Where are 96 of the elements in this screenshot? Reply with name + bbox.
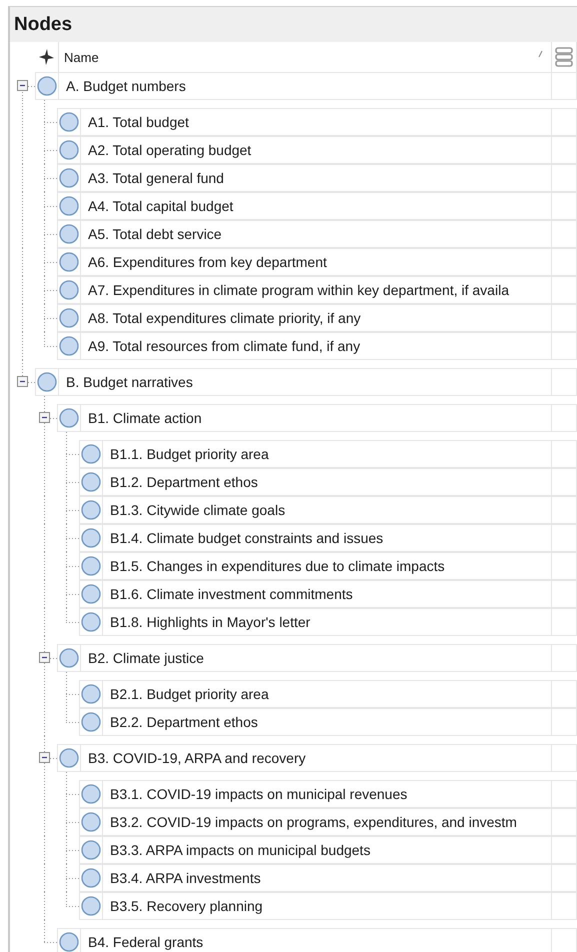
node-circle-icon	[59, 308, 79, 328]
node-name: B1.5. Changes in expenditures due to climate impacts	[110, 558, 445, 574]
collapse-toggle-icon[interactable]	[17, 80, 28, 91]
node-circle-icon	[81, 584, 101, 604]
node-circle-icon	[59, 252, 79, 272]
node-circle-icon	[81, 556, 101, 576]
node-name: B1. Climate action	[88, 410, 202, 426]
node-row[interactable]: B3. COVID-19, ARPA and recovery	[57, 744, 577, 772]
node-circle-icon	[81, 812, 101, 832]
node-name: A8. Total expenditures climate priority, if any	[88, 310, 361, 326]
node-name: A4. Total capital budget	[88, 198, 234, 214]
node-circle-icon	[81, 712, 101, 732]
node-row[interactable]: A5. Total debt service	[57, 220, 577, 248]
node-name: B1.2. Department ethos	[110, 474, 258, 490]
node-name: A7. Expenditures in climate program within key department, if availa	[88, 282, 509, 298]
node-name: B3.2. COVID-19 impacts on programs, expenditures, and investm	[110, 814, 517, 830]
node-row[interactable]: B3.5. Recovery planning	[79, 892, 577, 920]
node-name: B3.4. ARPA investments	[110, 870, 261, 886]
node-name: B1.3. Citywide climate goals	[110, 502, 286, 518]
node-row[interactable]: A6. Expenditures from key department	[57, 248, 577, 276]
node-name: A3. Total general fund	[88, 170, 224, 186]
node-row[interactable]: B1.5. Changes in expenditures due to climate impacts	[79, 552, 577, 580]
node-row[interactable]: B2.2. Department ethos	[79, 708, 577, 736]
node-row[interactable]: A3. Total general fund	[57, 164, 577, 192]
node-circle-icon	[59, 280, 79, 300]
collapse-toggle-icon[interactable]	[17, 376, 28, 387]
collapse-toggle-icon[interactable]	[39, 752, 50, 763]
node-name: B3.1. COVID-19 impacts on municipal revenues	[110, 786, 408, 802]
node-row[interactable]: B4. Federal grants	[57, 928, 577, 952]
node-name: A1. Total budget	[88, 114, 189, 130]
node-circle-icon	[59, 648, 79, 668]
node-row[interactable]: B3.1. COVID-19 impacts on municipal revenues	[79, 780, 577, 808]
node-circle-icon	[59, 112, 79, 132]
node-name: A6. Expenditures from key department	[88, 254, 327, 270]
node-row[interactable]: A4. Total capital budget	[57, 192, 577, 220]
node-name: B1.8. Highlights in Mayor's letter	[110, 614, 310, 630]
node-name: B3.3. ARPA impacts on municipal budgets	[110, 842, 370, 858]
node-circle-icon	[81, 684, 101, 704]
node-circle-icon	[59, 168, 79, 188]
node-row[interactable]: B1.3. Citywide climate goals	[79, 496, 577, 524]
node-circle-icon	[81, 500, 101, 520]
node-row[interactable]: B3.4. ARPA investments	[79, 864, 577, 892]
node-circle-icon	[59, 748, 79, 768]
node-row[interactable]: A2. Total operating budget	[57, 136, 577, 164]
node-row[interactable]: B3.2. COVID-19 impacts on programs, expenditures, and investm	[79, 808, 577, 836]
node-name: B1.1. Budget priority area	[110, 446, 269, 462]
node-row[interactable]: B1.8. Highlights in Mayor's letter	[79, 608, 577, 636]
collapse-toggle-icon[interactable]	[39, 652, 50, 663]
node-row[interactable]: A9. Total resources from climate fund, if any	[57, 332, 577, 360]
node-row[interactable]: A8. Total expenditures climate priority, if any	[57, 304, 577, 332]
node-row[interactable]: B. Budget narratives	[35, 368, 577, 396]
node-row[interactable]: B1. Climate action	[57, 404, 577, 432]
node-circle-icon	[37, 372, 57, 392]
node-circle-icon	[81, 784, 101, 804]
node-name: A9. Total resources from climate fund, if any	[88, 338, 360, 354]
node-circle-icon	[81, 868, 101, 888]
node-row[interactable]: B3.3. ARPA impacts on municipal budgets	[79, 836, 577, 864]
node-row[interactable]: A7. Expenditures in climate program within key department, if availa	[57, 276, 577, 304]
node-circle-icon	[81, 896, 101, 916]
node-name: A5. Total debt service	[88, 226, 222, 242]
node-circle-icon	[37, 76, 57, 96]
node-name: B2.1. Budget priority area	[110, 686, 269, 702]
node-row[interactable]: A1. Total budget	[57, 108, 577, 136]
node-row[interactable]: B2. Climate justice	[57, 644, 577, 672]
node-row[interactable]: B1.4. Climate budget constraints and issues	[79, 524, 577, 552]
node-name: B2. Climate justice	[88, 650, 204, 666]
collapse-toggle-icon[interactable]	[39, 412, 50, 423]
sort-icon	[538, 50, 543, 58]
node-name: B2.2. Department ethos	[110, 714, 258, 730]
node-circle-icon	[81, 612, 101, 632]
node-row[interactable]: B1.2. Department ethos	[79, 468, 577, 496]
node-name: B1.6. Climate investment commitments	[110, 586, 353, 602]
node-circle-icon	[59, 336, 79, 356]
node-name: B3. COVID-19, ARPA and recovery	[88, 750, 306, 766]
panel-title: Nodes	[10, 7, 577, 42]
pin-icon[interactable]	[37, 48, 55, 66]
node-name: B. Budget narratives	[66, 374, 193, 390]
link-icon[interactable]	[555, 47, 573, 67]
node-row[interactable]: B1.1. Budget priority area	[79, 440, 577, 468]
node-name: B3.5. Recovery planning	[110, 898, 263, 914]
node-circle-icon	[59, 196, 79, 216]
node-row[interactable]: B1.6. Climate investment commitments	[79, 580, 577, 608]
node-circle-icon	[59, 140, 79, 160]
node-circle-icon	[81, 840, 101, 860]
node-circle-icon	[81, 472, 101, 492]
node-name: B1.4. Climate budget constraints and issues	[110, 530, 384, 546]
node-name: B4. Federal grants	[88, 934, 204, 950]
node-circle-icon	[59, 408, 79, 428]
node-row[interactable]: B2.1. Budget priority area	[79, 680, 577, 708]
node-circle-icon	[59, 224, 79, 244]
node-name: A. Budget numbers	[66, 78, 186, 94]
node-row[interactable]: A. Budget numbers	[35, 72, 577, 100]
node-circle-icon	[81, 528, 101, 548]
node-name: A2. Total operating budget	[88, 142, 252, 158]
node-circle-icon	[81, 444, 101, 464]
node-circle-icon	[59, 932, 79, 952]
